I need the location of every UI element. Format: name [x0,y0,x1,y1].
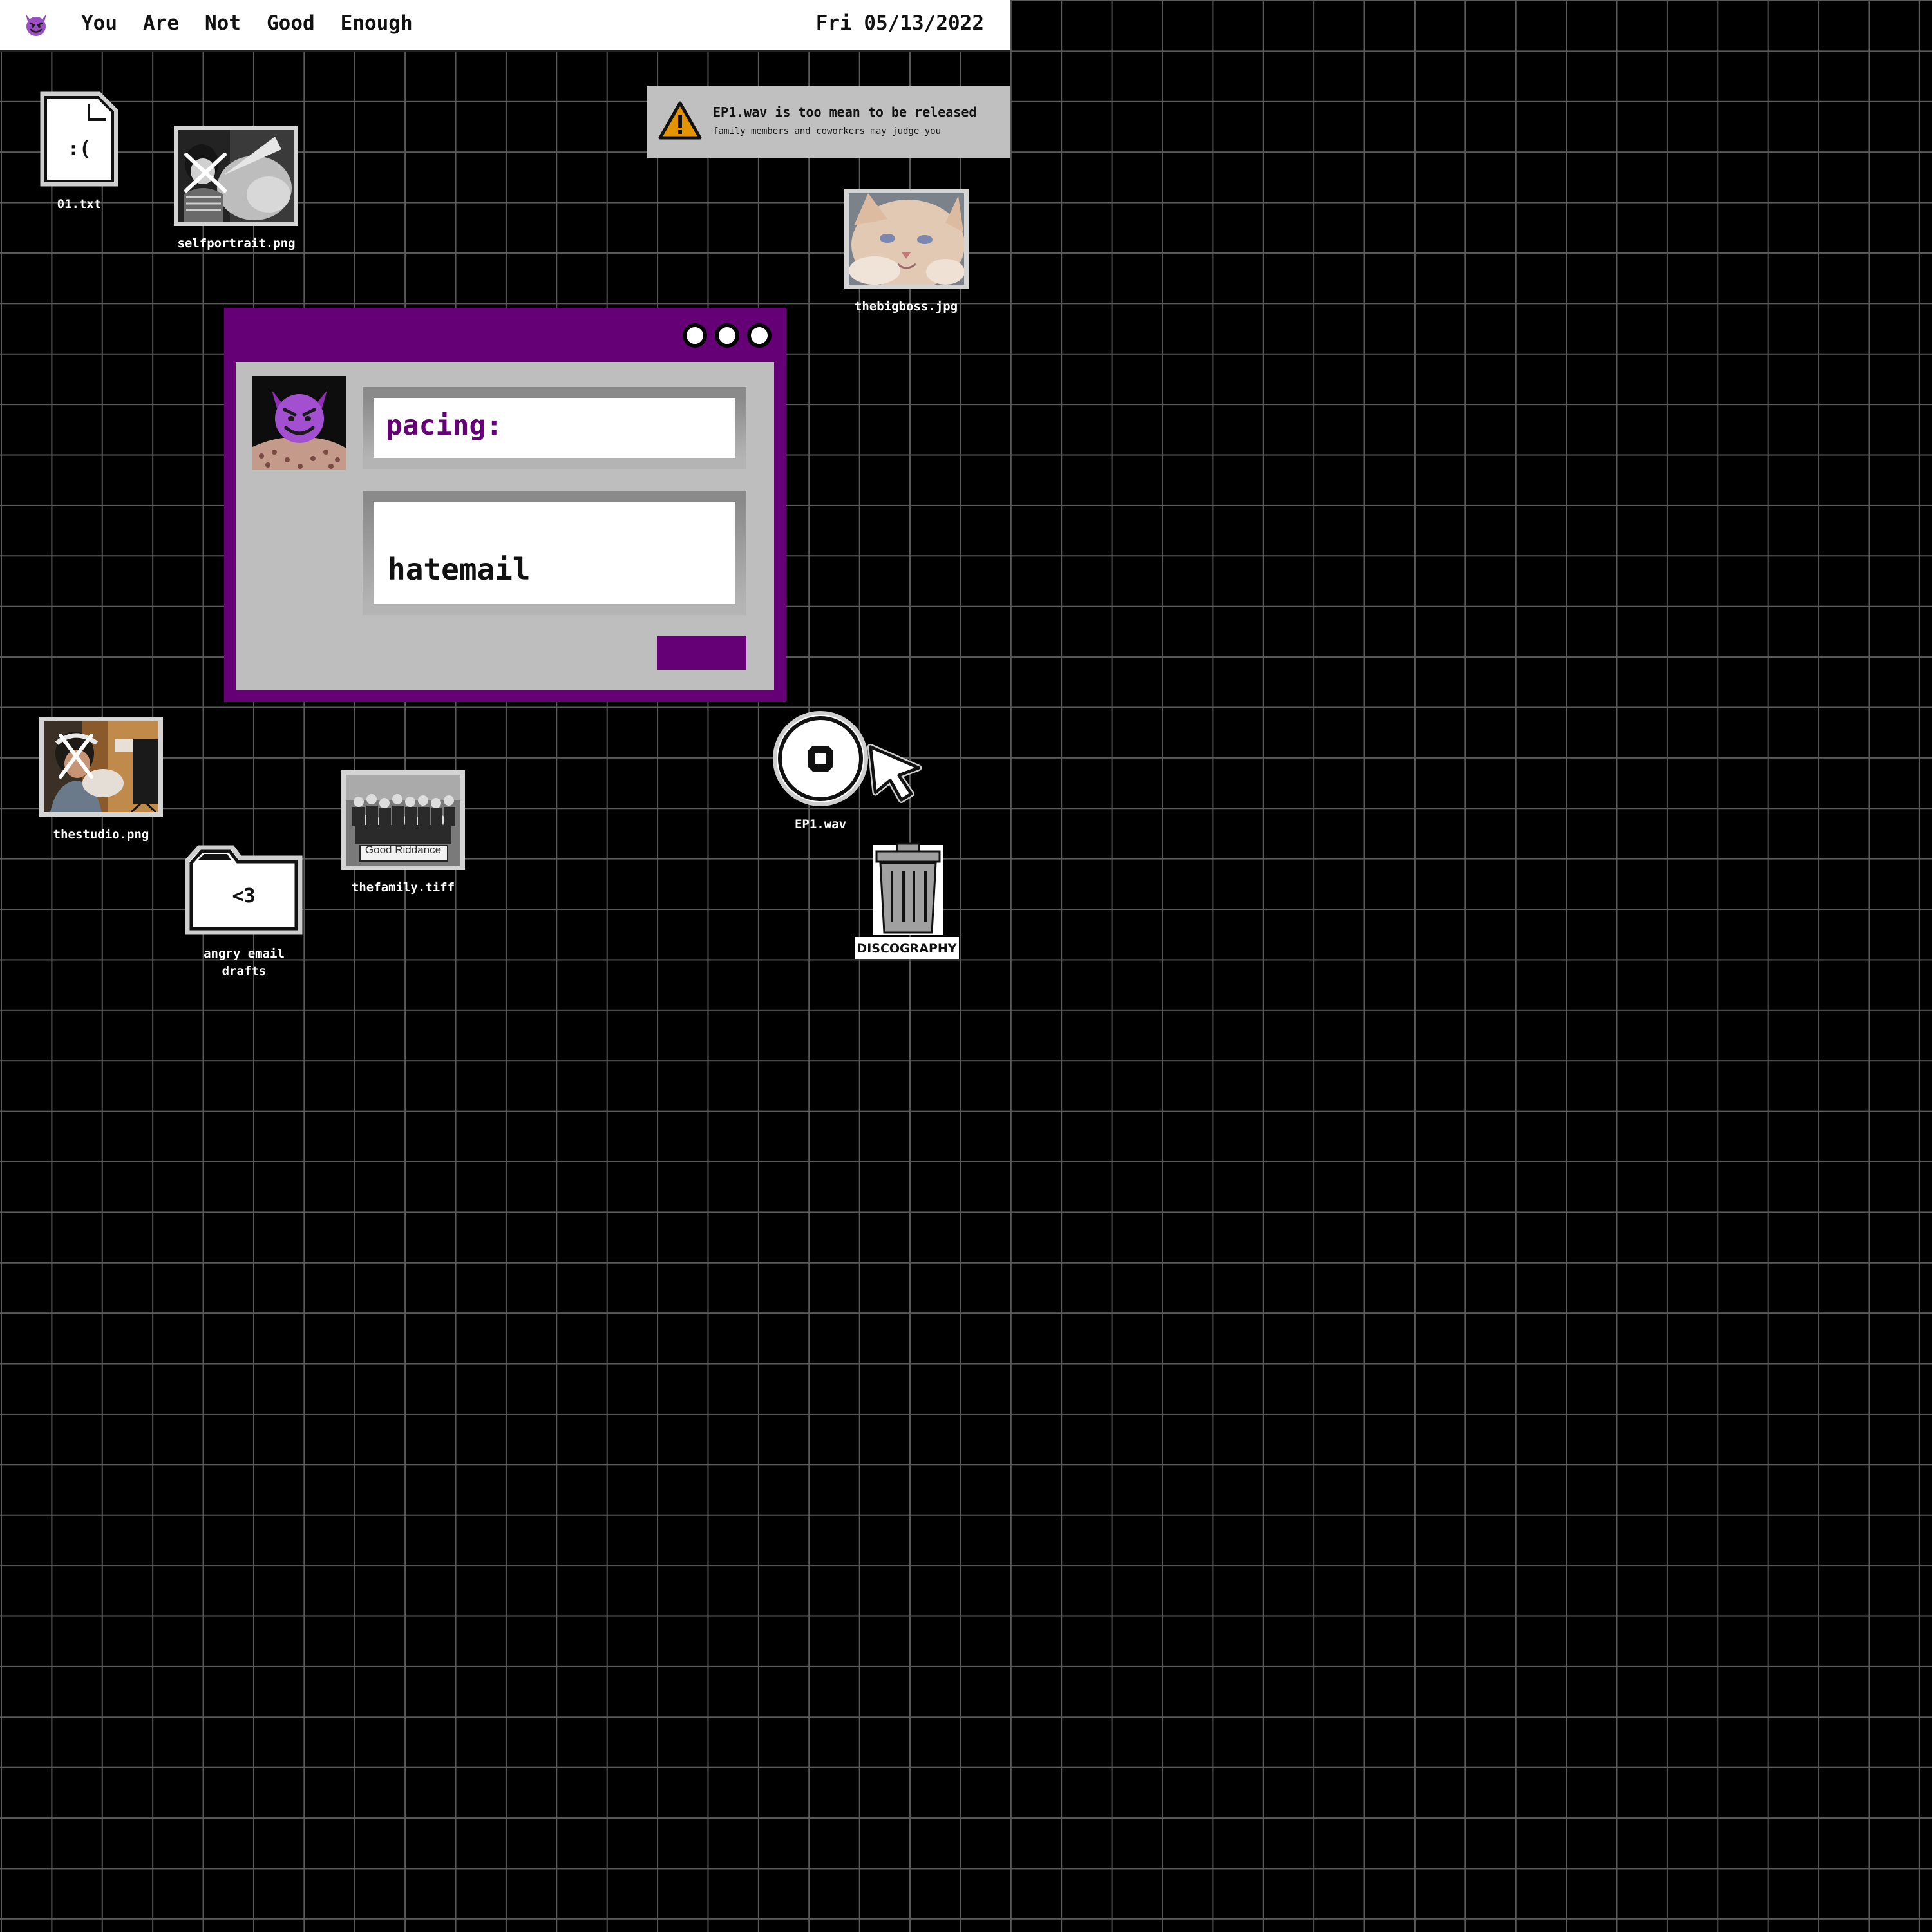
thebigboss-image [849,193,964,285]
smiling-devil-icon[interactable] [22,10,50,39]
hatemail-field-value: hatemail [388,552,531,587]
notice-subtitle: family members and coworkers may judge y… [713,126,942,137]
avatar [252,376,346,470]
window-body: pacing: hatemail [236,362,774,690]
desktop-icon-selfportrait[interactable] [174,126,298,226]
notice-title: EP1.wav is too mean to be released [713,104,977,120]
document-face: :( [67,138,91,160]
warning-icon [658,101,702,140]
family-sign-text: Good Riddance [365,844,442,856]
file-label-thefamily: thefamily.tiff [351,880,455,895]
menu-date: Fri 05/13/2022 [815,12,984,35]
desktop-icon-discography-trash[interactable] [871,840,945,936]
cd-disc-icon [773,711,868,806]
pacing-field-value: pacing: [386,410,503,442]
pacing-field[interactable]: pacing: [363,387,746,469]
file-label-discography: DISCOGRAPHY [855,937,959,959]
desktop-icon-01-txt[interactable]: :( [40,91,118,187]
file-label-thebigboss: thebigboss.jpg [854,299,958,314]
desktop-icon-angry-email-drafts[interactable]: <3 [185,845,303,935]
file-label-selfportrait: selfportrait.png [177,236,296,251]
menu-title: You Are Not Good Enough [81,12,413,35]
folder-face: <3 [232,885,256,907]
file-label-ep1-wav: EP1.wav [794,817,847,831]
menu-item-enough[interactable]: Enough [341,12,413,35]
folder-label: angry email drafts [173,945,316,980]
desktop-icon-ep1-wav[interactable] [772,710,869,807]
folder-label-line2: drafts [222,964,267,978]
file-label-thestudio: thestudio.png [53,828,149,842]
window-button-2[interactable] [715,323,739,348]
hatemail-field[interactable]: hatemail [363,491,746,615]
menu-item-not[interactable]: Not [205,12,241,35]
selfportrait-image [178,130,294,222]
menu-item-are[interactable]: Are [143,12,179,35]
window-button-1[interactable] [683,323,707,348]
submit-button[interactable] [657,636,746,670]
menu-item-good[interactable]: Good [267,12,315,35]
hatemail-window: pacing: hatemail [224,308,786,702]
folder-label-line1: angry email [204,947,285,961]
thestudio-image [44,721,158,812]
menu-item-you[interactable]: You [81,12,117,35]
desktop-icon-thefamily[interactable]: Good Riddance [341,770,465,870]
menu-bar: You Are Not Good Enough Fri 05/13/2022 [0,0,1010,52]
file-label-01-txt: 01.txt [57,197,102,211]
desktop-icon-thestudio[interactable] [39,717,163,817]
desktop-icon-thebigboss[interactable] [844,189,969,289]
pointer-cursor-icon [867,743,922,804]
window-button-3[interactable] [747,323,772,348]
warning-notification[interactable]: EP1.wav is too mean to be released famil… [647,86,1010,158]
trash-can-icon [873,842,943,935]
